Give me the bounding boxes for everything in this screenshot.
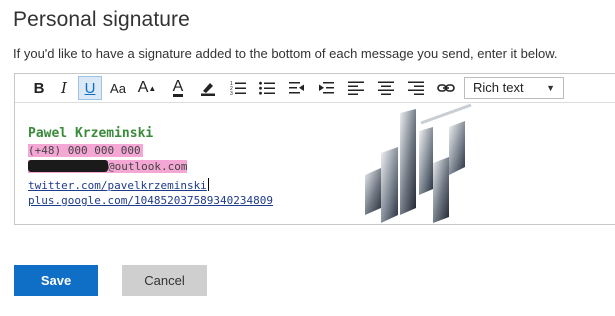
- signature-twitter-text: twitter.com/pavelkrzeminski: [28, 179, 207, 192]
- signature-twitter-link[interactable]: twitter.com/pavelkrzeminski: [28, 178, 209, 192]
- grow-font-label: A: [137, 79, 149, 96]
- increase-indent-icon: [319, 82, 334, 94]
- text-cursor: [207, 178, 209, 191]
- numbered-list-icon: 123: [230, 81, 246, 96]
- formatting-toolbar: B I U Aa A ▲ A 123 Rich text ▼: [15, 74, 615, 103]
- signature-logo-image: [365, 103, 472, 223]
- underline-button[interactable]: U: [78, 76, 102, 100]
- signature-email-domain: @outlook.com: [108, 160, 188, 173]
- insert-link-button[interactable]: [434, 76, 458, 100]
- grow-font-button[interactable]: A ▲: [135, 76, 159, 100]
- font-color-icon: A: [172, 78, 184, 97]
- decrease-indent-button[interactable]: [285, 76, 309, 100]
- format-select[interactable]: Rich text ▼: [464, 77, 564, 99]
- align-center-button[interactable]: [374, 76, 398, 100]
- format-select-value: Rich text: [473, 80, 524, 95]
- font-size-button[interactable]: Aa: [106, 76, 130, 100]
- numbered-list-button[interactable]: 123: [226, 76, 250, 100]
- italic-button[interactable]: I: [52, 76, 76, 100]
- svg-text:3: 3: [230, 91, 233, 96]
- align-right-icon: [408, 81, 424, 95]
- signature-editor[interactable]: B I U Aa A ▲ A 123 Rich text ▼ Pawel Krz…: [14, 73, 615, 225]
- align-left-button[interactable]: [344, 76, 368, 100]
- align-right-button[interactable]: [404, 76, 428, 100]
- bold-button[interactable]: B: [27, 76, 51, 100]
- redaction-mark: [28, 160, 108, 172]
- highlight-button[interactable]: [196, 76, 220, 100]
- signature-name: Pawel Krzeminski: [28, 126, 154, 141]
- signature-email: @outlook.com: [28, 160, 188, 173]
- grow-font-icon: ▲: [148, 83, 157, 93]
- align-center-icon: [378, 81, 394, 95]
- link-icon: [437, 84, 455, 92]
- bullet-list-icon: [259, 81, 275, 95]
- highlight-icon: [201, 83, 215, 96]
- cancel-button[interactable]: Cancel: [122, 265, 207, 296]
- signature-plus-link[interactable]: plus.google.com/104852037589340234809: [28, 194, 273, 207]
- signature-phone: (+48) 000 000 000: [28, 144, 143, 157]
- bullet-list-button[interactable]: [255, 76, 279, 100]
- chevron-down-icon: ▼: [546, 83, 555, 93]
- decrease-indent-icon: [289, 82, 304, 94]
- increase-indent-button[interactable]: [314, 76, 338, 100]
- align-left-icon: [348, 81, 364, 95]
- save-button[interactable]: Save: [14, 265, 98, 296]
- page-title: Personal signature: [13, 8, 190, 31]
- page-description: If you'd like to have a signature added …: [13, 46, 558, 61]
- signature-content[interactable]: Pawel Krzeminski (+48) 000 000 000 @outl…: [15, 103, 615, 224]
- font-color-button[interactable]: A: [166, 76, 190, 100]
